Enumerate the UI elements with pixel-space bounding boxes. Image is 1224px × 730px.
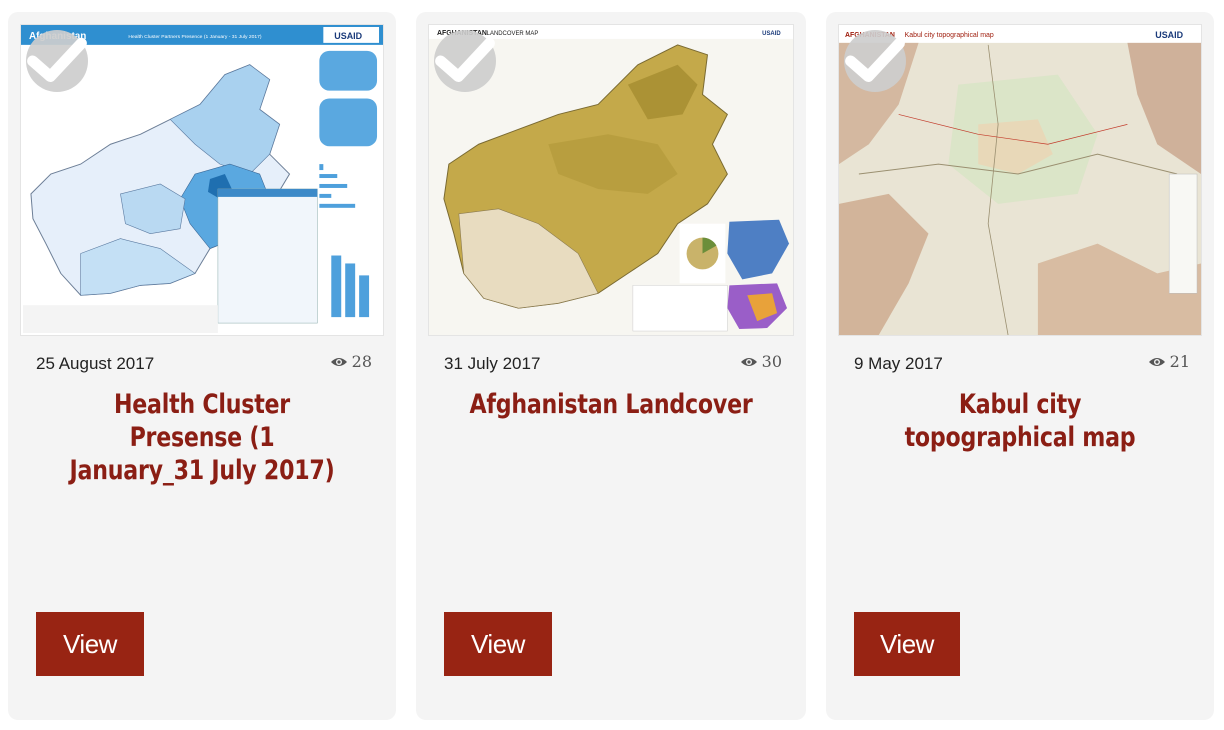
view-count-number: 28 <box>351 352 372 371</box>
resource-card: AFGHANISTAN Kabul city topographical map… <box>826 12 1214 720</box>
check-icon <box>845 37 905 83</box>
select-check-badge[interactable] <box>434 30 496 92</box>
view-button[interactable]: View <box>854 612 960 676</box>
view-count-number: 21 <box>1169 352 1190 371</box>
publish-date: 25 August 2017 <box>36 354 155 373</box>
view-count-number: 30 <box>761 352 782 371</box>
map-thumbnail[interactable]: AFGHANISTAN Kabul city topographical map… <box>838 24 1202 336</box>
select-check-badge[interactable] <box>844 30 906 92</box>
publish-date: 31 July 2017 <box>444 354 541 373</box>
eye-icon <box>330 357 347 366</box>
view-button[interactable]: View <box>444 612 552 676</box>
publish-date: 9 May 2017 <box>854 354 943 373</box>
view-count: 30 <box>740 352 782 371</box>
svg-text:USAID: USAID <box>1155 30 1183 40</box>
eye-icon <box>1148 357 1165 366</box>
select-check-badge[interactable] <box>26 30 88 92</box>
svg-text:USAID: USAID <box>762 31 781 37</box>
view-button[interactable]: View <box>36 612 144 676</box>
resource-card: AFGHANISTAN LANDCOVER MAP USAID 31 July … <box>416 12 806 720</box>
card-title[interactable]: Afghanistan Landcover <box>468 388 755 421</box>
map-thumbnail[interactable]: Afghanistan Health Cluster Partners Pres… <box>20 24 384 336</box>
svg-text:Health Cluster Partners Presen: Health Cluster Partners Presence (1 Janu… <box>128 34 262 40</box>
eye-icon <box>740 357 757 366</box>
view-count: 21 <box>1148 352 1190 371</box>
resource-card: Afghanistan Health Cluster Partners Pres… <box>8 12 396 720</box>
card-title[interactable]: Kabul city topographical map <box>877 388 1162 454</box>
card-title[interactable]: Health Cluster Presense (1 January_31 Ju… <box>59 388 344 487</box>
svg-text:Kabul city topographical map: Kabul city topographical map <box>905 32 994 39</box>
map-thumbnail[interactable]: AFGHANISTAN LANDCOVER MAP USAID <box>428 24 794 336</box>
check-icon <box>27 37 87 83</box>
svg-text:USAID: USAID <box>334 31 362 41</box>
check-icon <box>435 37 495 83</box>
view-count: 28 <box>330 352 372 371</box>
